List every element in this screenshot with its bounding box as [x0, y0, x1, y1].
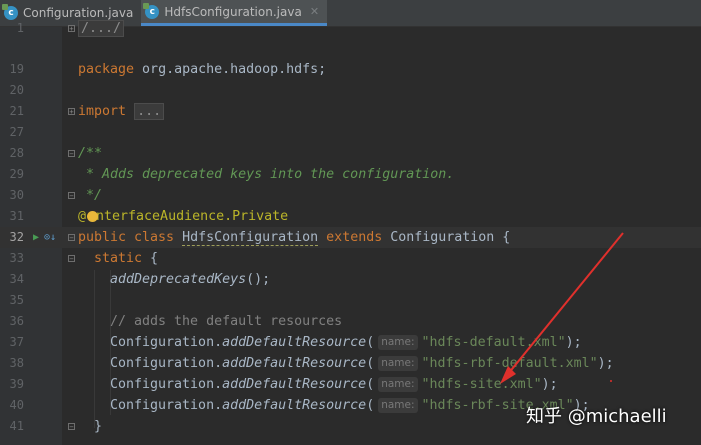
- keyword: extends: [318, 230, 391, 245]
- fold-icon[interactable]: −: [68, 255, 75, 263]
- line-number: 40: [9, 398, 24, 412]
- brace: }: [94, 419, 103, 434]
- annotation: nterfaceAudience.: [96, 209, 233, 224]
- class-name[interactable]: HdfsConfiguration: [182, 230, 319, 246]
- code-line: 34 addDeprecatedKeys();: [0, 269, 701, 290]
- method-call: addDefaultResource: [222, 398, 367, 413]
- parameter-hint: name:: [378, 334, 418, 350]
- line-number: 41: [9, 419, 24, 433]
- code-line: 36 // adds the default resources: [0, 311, 701, 332]
- code-line: 33 − static {: [0, 248, 701, 269]
- line-number: 34: [9, 272, 24, 286]
- line-number: 21: [9, 104, 24, 118]
- annotation: @: [78, 209, 87, 224]
- code-line: 27: [0, 122, 701, 143]
- code-line: 1 + /.../: [0, 18, 701, 39]
- keyword: import: [78, 104, 127, 119]
- method-call: addDefaultResource: [222, 356, 367, 371]
- code-line-current: 32 ▶ ⊙↓ − public class HdfsConfiguration…: [0, 227, 701, 248]
- javadoc-comment: */: [78, 188, 103, 203]
- javadoc-comment: /**: [78, 146, 103, 161]
- keyword: static: [94, 251, 143, 266]
- parameter-hint: name:: [378, 397, 418, 413]
- annotation-member: Private: [232, 209, 289, 224]
- code-line: 30 − */: [0, 185, 701, 206]
- javadoc-comment: * Adds deprecated keys into the configur…: [78, 167, 455, 182]
- fold-icon[interactable]: −: [68, 234, 75, 242]
- package-name: org.apache.hadoop.hdfs;: [134, 62, 327, 77]
- punctuation: (: [366, 335, 375, 350]
- punctuation: (: [366, 377, 375, 392]
- line-number: 39: [9, 377, 24, 391]
- line-number: 1: [16, 21, 24, 35]
- parameter-hint: name:: [378, 376, 418, 392]
- line-number: 36: [9, 314, 24, 328]
- method-call: addDeprecatedKeys: [110, 272, 247, 287]
- punctuation: );: [597, 356, 614, 371]
- code-line: 21 + import ...: [0, 101, 701, 122]
- line-number: 27: [9, 125, 24, 139]
- code-line: 31 @ nterfaceAudience.Private: [0, 206, 701, 227]
- code-editor[interactable]: 1 + /.../ 19 package org.apache.hadoop.h…: [0, 0, 701, 445]
- fold-icon[interactable]: +: [68, 25, 75, 33]
- line-comment: // adds the default resources: [110, 314, 343, 329]
- line-number: 37: [9, 335, 24, 349]
- line-number: 29: [9, 167, 24, 181]
- line-number: 19: [9, 62, 24, 76]
- line-number: 32: [9, 230, 24, 244]
- method-call: addDefaultResource: [222, 377, 367, 392]
- string-literal: "hdfs-site.xml": [421, 377, 542, 392]
- string-literal: "hdfs-rbf-default.xml": [421, 356, 598, 371]
- code-line: 29 * Adds deprecated keys into the confi…: [0, 164, 701, 185]
- keyword: public class: [78, 230, 183, 245]
- fold-icon[interactable]: −: [68, 423, 75, 431]
- punctuation: (: [366, 356, 375, 371]
- watermark: 知乎 @michaelli: [526, 406, 667, 427]
- fold-icon[interactable]: +: [68, 108, 75, 116]
- code-line: 38 Configuration.addDefaultResource(name…: [0, 353, 701, 374]
- overridden-icon[interactable]: ⊙↓: [44, 227, 56, 248]
- string-literal: "hdfs-default.xml": [421, 335, 566, 350]
- run-icon[interactable]: ▶: [33, 227, 39, 248]
- code-line: 35: [0, 290, 701, 311]
- punctuation: (: [366, 398, 375, 413]
- keyword: package: [78, 62, 135, 77]
- parameter-hint: name:: [378, 355, 418, 371]
- line-number: 31: [9, 209, 24, 223]
- intention-bulb-icon[interactable]: [87, 211, 98, 222]
- code-line: 37 Configuration.addDefaultResource(name…: [0, 332, 701, 353]
- brace: {: [142, 251, 159, 266]
- punctuation: ();: [246, 272, 271, 287]
- class-ref: Configuration.: [110, 335, 223, 350]
- line-number: 35: [9, 293, 24, 307]
- code-line: 28 − /**: [0, 143, 701, 164]
- class-ref: Configuration.: [110, 398, 223, 413]
- code-line: 19 package org.apache.hadoop.hdfs;: [0, 59, 701, 80]
- line-number: 33: [9, 251, 24, 265]
- line-number: 20: [9, 83, 24, 97]
- method-call: addDefaultResource: [222, 335, 367, 350]
- class-ref: Configuration.: [110, 356, 223, 371]
- class-ref: Configuration.: [110, 377, 223, 392]
- line-number: 38: [9, 356, 24, 370]
- fold-icon[interactable]: −: [68, 150, 75, 158]
- punctuation: );: [565, 335, 582, 350]
- superclass-name: Configuration {: [390, 230, 511, 245]
- code-line: 20: [0, 80, 701, 101]
- folded-license[interactable]: /.../: [78, 20, 125, 37]
- fold-icon[interactable]: −: [68, 192, 75, 200]
- punctuation: );: [541, 377, 558, 392]
- folded-imports[interactable]: ...: [134, 103, 165, 120]
- code-line: 39 Configuration.addDefaultResource(name…: [0, 374, 701, 395]
- line-number: 30: [9, 188, 24, 202]
- line-number: 28: [9, 146, 24, 160]
